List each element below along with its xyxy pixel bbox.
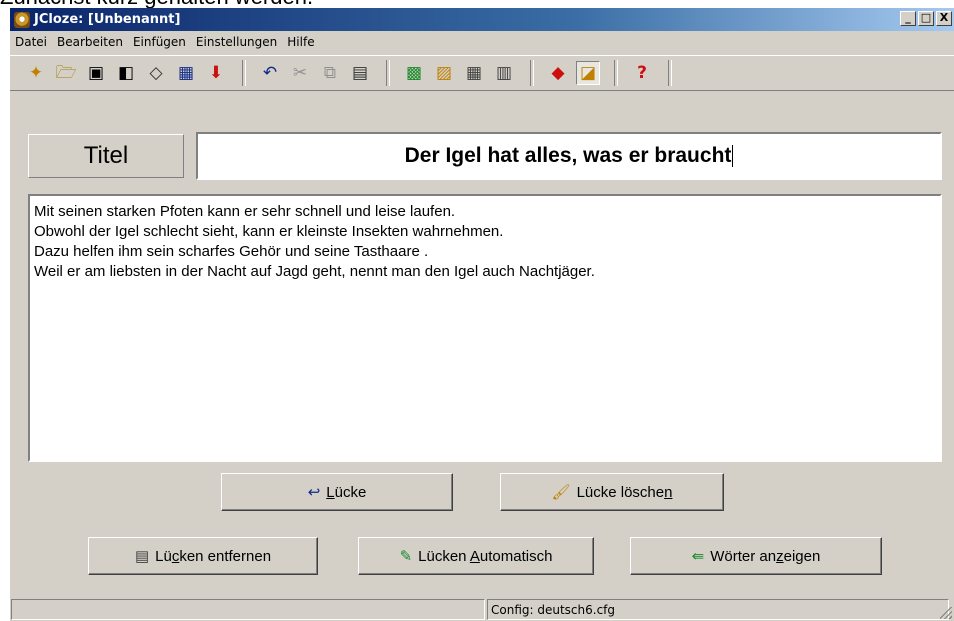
window-title: JCloze: [Unbenannt]	[34, 12, 181, 27]
show-words-button[interactable]: ⇚ Wörter anzeigen	[630, 537, 882, 575]
remove-gaps-icon: ▤	[134, 548, 150, 565]
toolbar-separator	[530, 60, 534, 86]
cut-icon[interactable]: ✂	[288, 61, 312, 85]
new-file-icon[interactable]: ✦	[24, 61, 48, 85]
status-pane-left	[11, 599, 485, 620]
resize-grip-icon[interactable]	[940, 607, 952, 619]
title-input-value: Der Igel hat alles, was er braucht	[404, 144, 732, 167]
title-bar[interactable]: JCloze: [Unbenannt] _ □ X	[10, 8, 954, 31]
title-input[interactable]: Der Igel hat alles, was er braucht	[196, 132, 942, 180]
menu-einfuegen[interactable]: Einfügen	[128, 35, 191, 49]
remove-gaps-button[interactable]: ▤ Lücken entfernen	[88, 537, 318, 575]
settings-pressed-icon[interactable]: ◪	[576, 61, 600, 85]
title-label-button[interactable]: Titel	[28, 134, 184, 178]
toolbar: ✦ 🗁 ▣ ◧ ◇ ▦ ⬇ ↶ ✂ ⧉ ▤ ▩ ▨ ▦ ▥ ◆ ◪ ?	[10, 55, 954, 91]
export-web-icon[interactable]: ◇	[144, 61, 168, 85]
remove-gaps-button-label: Lücken entfernen	[155, 547, 272, 565]
word-list-icon: ⇚	[691, 548, 705, 565]
menu-bar: Datei Bearbeiten Einfügen Einstellungen …	[10, 32, 954, 52]
web-page-icon[interactable]: ▩	[402, 61, 426, 85]
menu-einstellungen[interactable]: Einstellungen	[191, 35, 282, 49]
menu-hilfe[interactable]: Hilfe	[282, 35, 319, 49]
caption-text: Zunächst kurz gehalten werden.	[0, 0, 313, 9]
save-as-icon[interactable]: ◧	[114, 61, 138, 85]
jcloze-window: JCloze: [Unbenannt] _ □ X Datei Bearbeit…	[10, 8, 954, 621]
text-line: Mit seinen starken Pfoten kann er sehr s…	[34, 203, 456, 220]
delete-gap-button-label: Lücke löschen	[576, 483, 673, 501]
import-arrow-icon[interactable]: ⬇	[204, 61, 228, 85]
text-caret	[732, 145, 734, 167]
auto-gaps-button[interactable]: ✎ Lücken Automatisch	[358, 537, 594, 575]
toolbar-separator	[386, 60, 390, 86]
copy-icon[interactable]: ⧉	[318, 61, 342, 85]
text-line: Dazu helfen ihm sein scharfes Gehör und …	[34, 243, 429, 260]
web-page-alt-icon[interactable]: ▨	[432, 61, 456, 85]
exercise-text-area[interactable]: Mit seinen starken Pfoten kann er sehr s…	[28, 194, 942, 462]
open-folder-icon[interactable]: 🗁	[54, 61, 78, 85]
menu-bearbeiten[interactable]: Bearbeiten	[52, 35, 128, 49]
maximize-button[interactable]: □	[918, 11, 934, 26]
toolbar-separator	[614, 60, 618, 86]
status-config: Config: deutsch6.cfg	[487, 599, 949, 620]
create-web-page-icon[interactable]: ▦	[174, 61, 198, 85]
status-bar: Config: deutsch6.cfg	[10, 598, 954, 621]
text-line: Obwohl der Igel schlecht sieht, kann er …	[34, 223, 504, 240]
delete-gap-button[interactable]: 🖌 Lücke löschen	[500, 473, 724, 511]
help-icon[interactable]: ?	[630, 61, 654, 85]
paste-icon[interactable]: ▤	[348, 61, 372, 85]
export-page-alt-icon[interactable]: ▥	[492, 61, 516, 85]
window-controls: _ □ X	[900, 11, 952, 26]
export-page-icon[interactable]: ▦	[462, 61, 486, 85]
save-icon[interactable]: ▣	[84, 61, 108, 85]
auto-gaps-button-label: Lücken Automatisch	[418, 547, 553, 565]
close-button[interactable]: X	[936, 11, 952, 26]
gap-button-label: Lücke	[326, 483, 367, 501]
toolbar-separator	[242, 60, 246, 86]
hedgehog-app-icon[interactable]	[14, 11, 30, 28]
gap-icon: ↩	[307, 484, 321, 501]
eraser-icon: 🖌	[551, 484, 571, 501]
show-words-button-label: Wörter anzeigen	[710, 547, 821, 565]
toolbar-separator	[668, 60, 672, 86]
gap-button[interactable]: ↩ Lücke	[221, 473, 453, 511]
undo-icon[interactable]: ↶	[258, 61, 282, 85]
magic-wand-icon: ✎	[399, 548, 413, 565]
text-line: Weil er am liebsten in der Nacht auf Jag…	[34, 263, 595, 280]
options-icon[interactable]: ◆	[546, 61, 570, 85]
menu-datei[interactable]: Datei	[10, 35, 52, 49]
minimize-button[interactable]: _	[900, 11, 916, 26]
